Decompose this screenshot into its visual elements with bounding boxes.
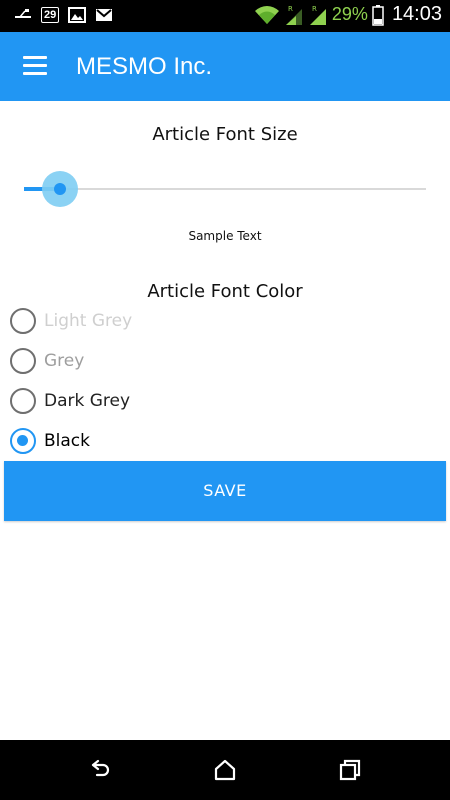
radio-label: Dark Grey: [44, 391, 131, 411]
image-icon: [68, 7, 87, 23]
svg-text:R: R: [312, 5, 317, 13]
slider-thumb-dot: [54, 183, 66, 195]
signal-icon: R: [285, 5, 302, 25]
radio-button[interactable]: [10, 388, 36, 414]
font-color-title: Article Font Color: [147, 281, 303, 302]
back-icon[interactable]: [88, 758, 112, 782]
usb-icon: [15, 9, 31, 18]
radio-label: Black: [44, 431, 90, 451]
radio-label: Light Grey: [44, 311, 133, 331]
radio-option-light-grey[interactable]: Light Grey: [10, 306, 132, 336]
wifi-icon: [254, 5, 279, 24]
navigation-bar: [0, 740, 450, 800]
radio-button[interactable]: [10, 308, 36, 334]
status-bar: 29 R R 29% 14:03: [0, 0, 450, 32]
hamburger-menu-icon[interactable]: [23, 56, 47, 76]
recents-icon[interactable]: [338, 758, 362, 782]
svg-text:R: R: [288, 5, 293, 13]
system-status-icons: R R 29% 14:03: [254, 3, 442, 26]
radio-option-dark-grey[interactable]: Dark Grey: [10, 386, 130, 416]
battery-icon: [372, 4, 384, 26]
app-bar: MESMO Inc.: [0, 32, 450, 101]
radio-option-black[interactable]: Black: [10, 426, 90, 456]
signal-roaming-icon: R: [309, 5, 326, 25]
battery-percent: 29%: [331, 4, 368, 24]
clock: 14:03: [391, 3, 442, 25]
font-size-slider-track[interactable]: [24, 188, 426, 190]
app-title: MESMO Inc.: [76, 53, 213, 80]
calendar-icon: 29: [41, 7, 60, 23]
radio-label: Grey: [44, 351, 85, 371]
radio-button[interactable]: [10, 348, 36, 374]
gmail-icon: [96, 9, 113, 21]
save-button[interactable]: SAVE: [4, 461, 446, 521]
radio-button-checked[interactable]: [10, 428, 36, 454]
sample-text: Sample Text: [188, 229, 262, 243]
font-size-title: Article Font Size: [152, 124, 298, 145]
notification-icons: 29: [14, 7, 113, 23]
radio-option-grey[interactable]: Grey: [10, 346, 84, 376]
home-icon[interactable]: [213, 758, 237, 782]
